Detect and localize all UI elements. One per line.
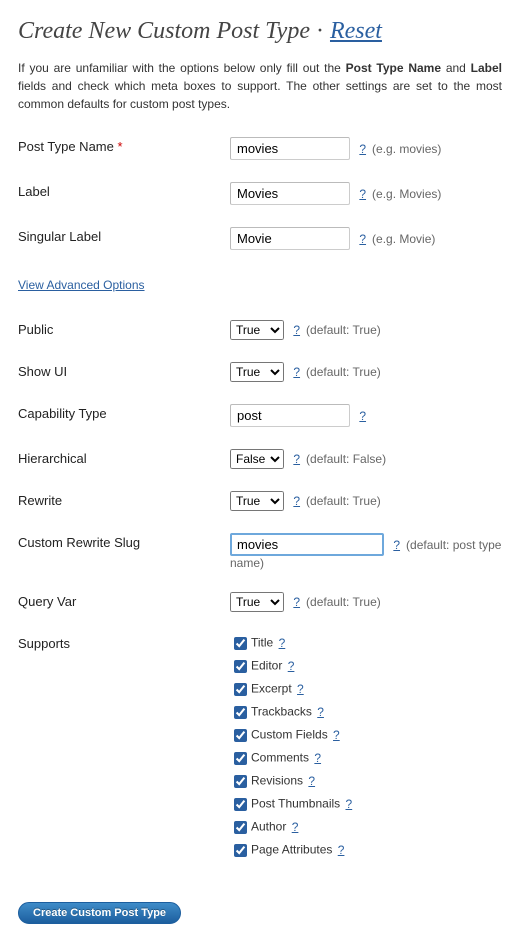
supports-item-label: Comments [251, 751, 309, 765]
hint-label: (e.g. Movies) [372, 187, 441, 201]
hint-rewrite: (default: True) [306, 494, 381, 508]
capability-type-input[interactable] [230, 404, 350, 427]
supports-item: Comments ? [230, 749, 502, 768]
help-icon[interactable]: ? [293, 494, 300, 508]
supports-item: Title ? [230, 634, 502, 653]
hint-singular-label: (e.g. Movie) [372, 232, 435, 246]
help-icon[interactable]: ? [292, 820, 299, 834]
help-icon[interactable]: ? [359, 232, 366, 246]
rewrite-select[interactable]: TrueFalse [230, 491, 284, 511]
required-mark: * [118, 139, 123, 154]
hierarchical-select[interactable]: TrueFalse [230, 449, 284, 469]
label-singular-label: Singular Label [18, 227, 230, 244]
supports-checkbox[interactable] [234, 821, 247, 834]
supports-item-label: Trackbacks [251, 705, 312, 719]
title-separator: · [310, 18, 330, 44]
row-singular-label: Singular Label ? (e.g. Movie) [18, 227, 502, 250]
supports-checkbox[interactable] [234, 729, 247, 742]
supports-item: Excerpt ? [230, 680, 502, 699]
label-label: Label [18, 182, 230, 199]
help-icon[interactable]: ? [359, 409, 366, 423]
supports-item-label: Post Thumbnails [251, 797, 340, 811]
hint-show-ui: (default: True) [306, 365, 381, 379]
title-text: Create New Custom Post Type [18, 18, 310, 44]
supports-item-label: Excerpt [251, 682, 292, 696]
row-post-type-name: Post Type Name * ? (e.g. movies) [18, 137, 502, 160]
hint-post-type-name: (e.g. movies) [372, 142, 441, 156]
supports-item-label: Page Attributes [251, 843, 332, 857]
intro-text: If you are unfamiliar with the options b… [18, 59, 502, 113]
label-query-var: Query Var [18, 592, 230, 609]
supports-item: Revisions ? [230, 772, 502, 791]
label-capability-type: Capability Type [18, 404, 230, 421]
supports-item-label: Editor [251, 659, 282, 673]
supports-item: Post Thumbnails ? [230, 795, 502, 814]
help-icon[interactable]: ? [314, 751, 321, 765]
supports-item: Editor ? [230, 657, 502, 676]
help-icon[interactable]: ? [317, 705, 324, 719]
help-icon[interactable]: ? [393, 538, 400, 552]
label-show-ui: Show UI [18, 362, 230, 379]
row-capability-type: Capability Type ? [18, 404, 502, 427]
label-hierarchical: Hierarchical [18, 449, 230, 466]
supports-item-label: Title [251, 636, 273, 650]
hint-query-var: (default: True) [306, 595, 381, 609]
supports-checkbox[interactable] [234, 683, 247, 696]
help-icon[interactable]: ? [279, 636, 286, 650]
supports-item: Custom Fields ? [230, 726, 502, 745]
label-supports: Supports [18, 634, 230, 651]
help-icon[interactable]: ? [293, 365, 300, 379]
row-query-var: Query Var TrueFalse ? (default: True) [18, 592, 502, 612]
singular-label-input[interactable] [230, 227, 350, 250]
supports-item: Author ? [230, 818, 502, 837]
help-icon[interactable]: ? [297, 682, 304, 696]
help-icon[interactable]: ? [359, 142, 366, 156]
post-type-name-input[interactable] [230, 137, 350, 160]
supports-checkbox[interactable] [234, 637, 247, 650]
row-rewrite: Rewrite TrueFalse ? (default: True) [18, 491, 502, 511]
row-label: Label ? (e.g. Movies) [18, 182, 502, 205]
row-custom-rewrite-slug: Custom Rewrite Slug ?(default: post type… [18, 533, 502, 570]
row-public: Public TrueFalse ? (default: True) [18, 320, 502, 340]
hint-public: (default: True) [306, 323, 381, 337]
query-var-select[interactable]: TrueFalse [230, 592, 284, 612]
help-icon[interactable]: ? [293, 595, 300, 609]
help-icon[interactable]: ? [308, 774, 315, 788]
supports-item-label: Author [251, 820, 286, 834]
page-title: Create New Custom Post Type · Reset [18, 18, 502, 45]
supports-checkbox[interactable] [234, 844, 247, 857]
row-show-ui: Show UI TrueFalse ? (default: True) [18, 362, 502, 382]
help-icon[interactable]: ? [346, 797, 353, 811]
label-public: Public [18, 320, 230, 337]
label-post-type-name: Post Type Name * [18, 137, 230, 154]
label-input[interactable] [230, 182, 350, 205]
supports-item: Trackbacks ? [230, 703, 502, 722]
supports-checkbox[interactable] [234, 752, 247, 765]
supports-checkbox[interactable] [234, 660, 247, 673]
help-icon[interactable]: ? [359, 187, 366, 201]
label-custom-rewrite-slug: Custom Rewrite Slug [18, 533, 230, 550]
row-hierarchical: Hierarchical TrueFalse ? (default: False) [18, 449, 502, 469]
show-ui-select[interactable]: TrueFalse [230, 362, 284, 382]
help-icon[interactable]: ? [293, 452, 300, 466]
supports-checkbox[interactable] [234, 706, 247, 719]
supports-checkbox[interactable] [234, 775, 247, 788]
supports-item: Page Attributes ? [230, 841, 502, 860]
help-icon[interactable]: ? [293, 323, 300, 337]
help-icon[interactable]: ? [288, 659, 295, 673]
hint-hierarchical: (default: False) [306, 452, 386, 466]
public-select[interactable]: TrueFalse [230, 320, 284, 340]
supports-item-label: Custom Fields [251, 728, 328, 742]
supports-list: Title ?Editor ?Excerpt ?Trackbacks ?Cust… [230, 634, 502, 860]
view-advanced-options-link[interactable]: View Advanced Options [18, 278, 145, 292]
create-custom-post-type-button[interactable]: Create Custom Post Type [18, 902, 181, 924]
custom-rewrite-slug-input[interactable] [230, 533, 384, 556]
label-rewrite: Rewrite [18, 491, 230, 508]
help-icon[interactable]: ? [333, 728, 340, 742]
reset-link[interactable]: Reset [330, 18, 382, 44]
supports-item-label: Revisions [251, 774, 303, 788]
supports-checkbox[interactable] [234, 798, 247, 811]
row-supports: Supports Title ?Editor ?Excerpt ?Trackba… [18, 634, 502, 864]
help-icon[interactable]: ? [338, 843, 345, 857]
